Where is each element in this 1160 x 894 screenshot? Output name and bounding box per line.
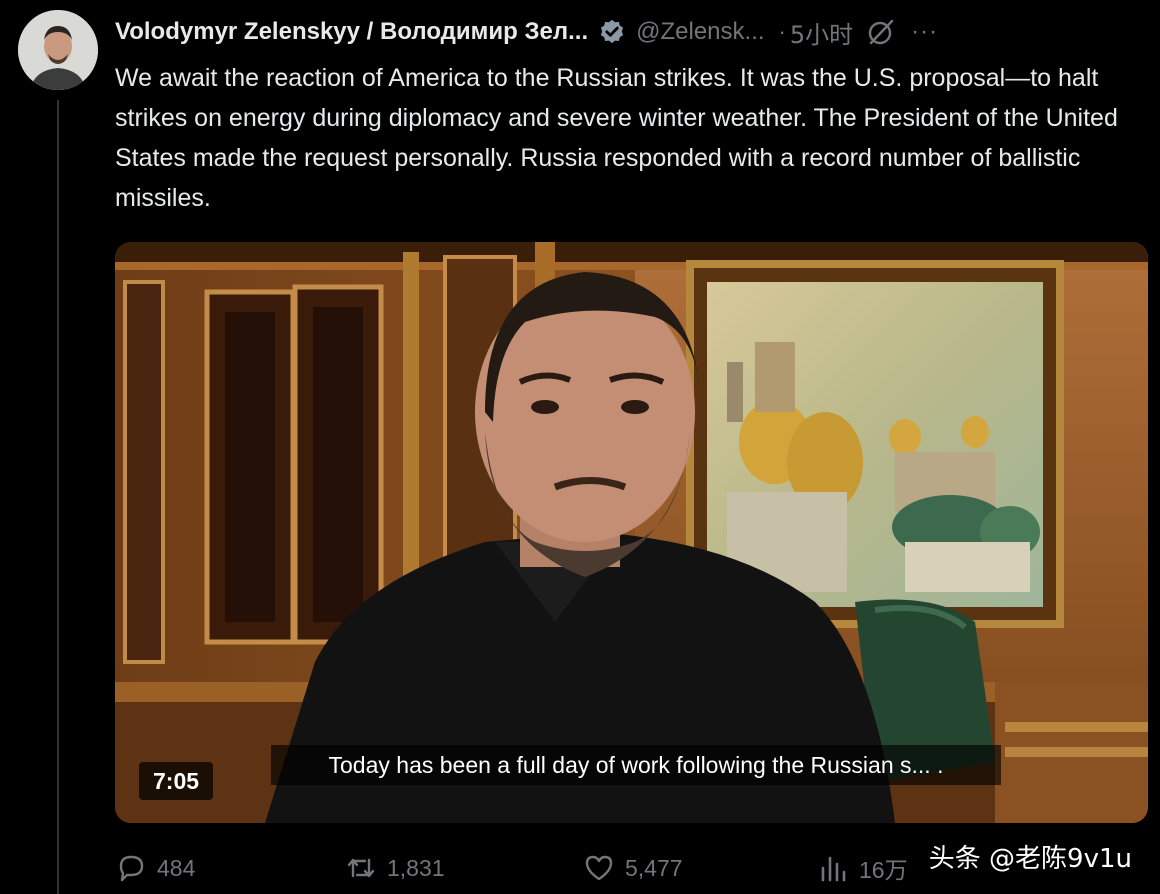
tweet-header: Volodymyr Zelenskyy / Володимир Зел... @… (115, 14, 1155, 50)
views-count: 16万 (859, 857, 908, 883)
more-icon[interactable]: ··· (911, 18, 938, 46)
reply-button[interactable]: 484 (115, 846, 195, 890)
retweet-button[interactable]: 1,831 (345, 846, 445, 890)
grok-icon[interactable] (865, 16, 897, 48)
reply-icon (119, 855, 144, 882)
video-duration: 7:05 (139, 762, 214, 800)
video-player[interactable]: 7:05 Today has been a full day of work f… (115, 242, 1148, 823)
avatar-image (18, 10, 98, 90)
handle[interactable]: @Zelensk... (636, 18, 764, 46)
like-button[interactable]: 5,477 (583, 846, 683, 890)
like-count: 5,477 (625, 854, 683, 881)
retweet-icon (347, 858, 375, 878)
avatar[interactable] (18, 10, 98, 90)
like-icon (585, 855, 613, 881)
verified-icon (601, 19, 624, 44)
views-icon (821, 856, 846, 882)
timestamp[interactable]: 5小时 (790, 15, 853, 50)
views-button[interactable]: 16万 (817, 846, 908, 890)
separator-dot: · (778, 19, 786, 44)
watermark: 头条 @老陈9v1u (928, 844, 1132, 874)
retweet-count: 1,831 (387, 854, 445, 881)
video-caption: Today has been a full day of work follow… (271, 745, 1001, 785)
reply-count: 484 (157, 854, 196, 881)
thread-line (57, 100, 59, 894)
tweet-text: We await the reaction of America to the … (115, 64, 1118, 212)
video-frame (115, 242, 1148, 823)
display-name[interactable]: Volodymyr Zelenskyy / Володимир Зел... (115, 18, 588, 46)
